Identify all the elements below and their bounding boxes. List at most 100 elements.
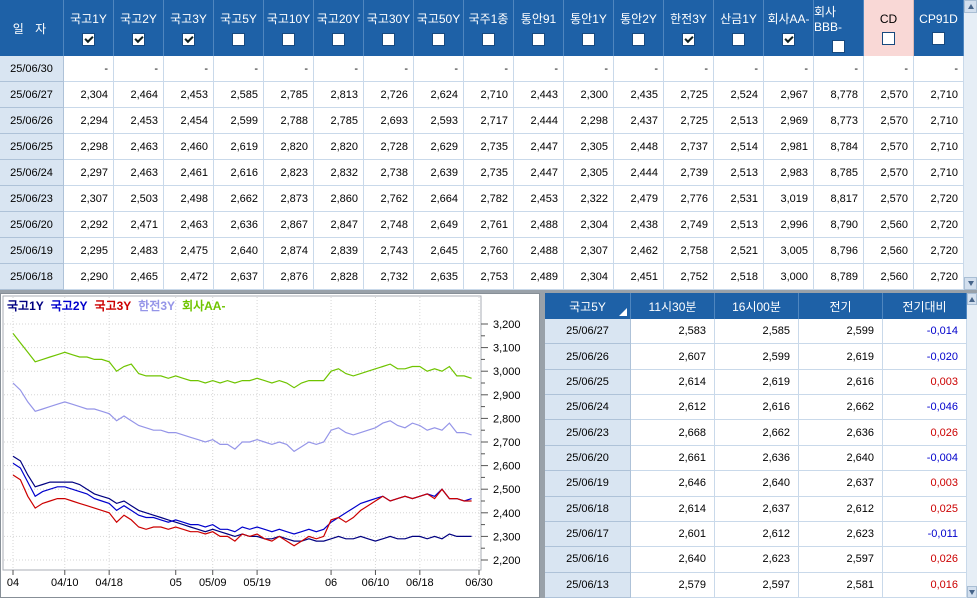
table-cell[interactable]: 2,612 [715, 521, 799, 548]
table-cell[interactable]: 2,599 [799, 319, 883, 345]
column-checkbox-국고20Y[interactable] [332, 33, 345, 46]
table-cell[interactable]: 2,619 [715, 369, 799, 396]
table-cell[interactable]: 2,451 [614, 264, 664, 290]
column-checkbox-국고50Y[interactable] [432, 33, 445, 46]
table-cell[interactable]: 2,475 [164, 238, 214, 264]
table-cell[interactable]: 2,304 [64, 82, 114, 108]
row-date[interactable]: 25/06/18 [0, 264, 64, 290]
table-cell[interactable]: - [564, 56, 614, 82]
table-cell[interactable]: 2,304 [564, 212, 614, 238]
row-date[interactable]: 25/06/25 [545, 369, 631, 396]
table-cell[interactable]: 2,785 [264, 82, 314, 108]
change-cell[interactable]: -0,046 [883, 395, 967, 421]
row-date[interactable]: 25/06/19 [545, 471, 631, 497]
table-cell[interactable]: 2,623 [799, 521, 883, 548]
table-cell[interactable]: 2,737 [664, 134, 714, 160]
table-cell[interactable]: 2,585 [715, 319, 799, 345]
table-cell[interactable]: 2,298 [64, 134, 114, 160]
table-cell[interactable]: 2,739 [664, 160, 714, 186]
column-checkbox-통안1Y[interactable] [582, 33, 595, 46]
table-cell[interactable]: 2,820 [314, 134, 364, 160]
change-cell[interactable]: -0,020 [883, 344, 967, 370]
table-cell[interactable]: 2,661 [631, 445, 715, 472]
table-cell[interactable]: 2,629 [414, 134, 464, 160]
table-cell[interactable]: 2,646 [631, 471, 715, 497]
table-cell[interactable]: 2,570 [864, 82, 914, 108]
table-cell[interactable]: 2,753 [464, 264, 514, 290]
table-cell[interactable]: 2,292 [64, 212, 114, 238]
table-cell[interactable]: 2,969 [764, 108, 814, 134]
table-cell[interactable]: 2,599 [715, 344, 799, 370]
column-checkbox-CD[interactable] [882, 31, 895, 45]
table-cell[interactable]: 2,581 [799, 572, 883, 598]
table-cell[interactable]: 2,735 [464, 134, 514, 160]
table-cell[interactable]: 2,847 [314, 212, 364, 238]
table-cell[interactable]: 2,823 [264, 160, 314, 186]
table-cell[interactable]: - [914, 56, 964, 82]
table-cell[interactable]: 3,005 [764, 238, 814, 264]
right-header-전기[interactable]: 전기 [799, 293, 883, 319]
table-cell[interactable]: 8,817 [814, 186, 864, 212]
table-cell[interactable]: 2,639 [414, 160, 464, 186]
table-cell[interactable]: 2,560 [864, 238, 914, 264]
table-cell[interactable]: - [364, 56, 414, 82]
table-cell[interactable]: 2,465 [114, 264, 164, 290]
table-cell[interactable]: 2,981 [764, 134, 814, 160]
table-cell[interactable]: 2,876 [264, 264, 314, 290]
table-cell[interactable]: 2,748 [364, 212, 414, 238]
row-date[interactable]: 25/06/13 [545, 572, 631, 598]
row-date[interactable]: 25/06/17 [545, 521, 631, 548]
table-cell[interactable]: 2,813 [314, 82, 364, 108]
change-cell[interactable]: 0,003 [883, 471, 967, 497]
scroll-up-icon[interactable] [964, 0, 977, 13]
table-cell[interactable]: 2,437 [614, 108, 664, 134]
table-cell[interactable]: 2,607 [631, 344, 715, 370]
right-header-11시30분[interactable]: 11시30분 [631, 293, 715, 319]
table-cell[interactable]: 2,583 [631, 319, 715, 345]
table-cell[interactable]: 2,720 [914, 186, 964, 212]
date-column-header[interactable]: 일 자 [0, 0, 64, 56]
table-cell[interactable]: 2,662 [715, 420, 799, 446]
table-cell[interactable]: 2,640 [631, 547, 715, 573]
row-date[interactable]: 25/06/20 [545, 445, 631, 472]
table-cell[interactable]: 2,614 [631, 496, 715, 522]
table-cell[interactable]: 2,860 [314, 186, 364, 212]
table-cell[interactable]: 2,579 [631, 572, 715, 598]
table-cell[interactable]: 2,460 [164, 134, 214, 160]
table-cell[interactable]: 2,300 [564, 82, 614, 108]
table-cell[interactable]: - [214, 56, 264, 82]
row-date[interactable]: 25/06/24 [0, 160, 64, 186]
table-cell[interactable]: 2,636 [715, 445, 799, 472]
row-date[interactable]: 25/06/16 [545, 547, 631, 573]
table-cell[interactable]: 2,720 [914, 264, 964, 290]
table-cell[interactable]: 2,290 [64, 264, 114, 290]
table-cell[interactable]: - [614, 56, 664, 82]
table-cell[interactable]: 2,619 [214, 134, 264, 160]
table-cell[interactable]: 2,616 [799, 369, 883, 396]
table-cell[interactable]: - [164, 56, 214, 82]
column-checkbox-회사BBB-[interactable] [832, 40, 845, 53]
table-cell[interactable]: - [314, 56, 364, 82]
table-cell[interactable]: 2,664 [414, 186, 464, 212]
column-checkbox-국고1Y[interactable] [82, 33, 95, 46]
table-cell[interactable]: 2,305 [564, 134, 614, 160]
top-table-scrollbar[interactable] [964, 0, 977, 290]
column-header-통안2Y[interactable]: 통안2Y [614, 0, 664, 56]
table-cell[interactable]: 2,599 [214, 108, 264, 134]
change-cell[interactable]: -0,004 [883, 445, 967, 472]
table-cell[interactable]: 2,560 [864, 212, 914, 238]
column-header-국주1종[interactable]: 국주1종 [464, 0, 514, 56]
table-cell[interactable]: 2,570 [864, 186, 914, 212]
row-date[interactable]: 25/06/26 [545, 344, 631, 370]
table-cell[interactable]: 2,307 [564, 238, 614, 264]
table-cell[interactable]: - [64, 56, 114, 82]
table-cell[interactable]: 2,743 [364, 238, 414, 264]
table-cell[interactable]: 8,790 [814, 212, 864, 238]
table-cell[interactable]: 2,839 [314, 238, 364, 264]
column-header-통안91[interactable]: 통안91 [514, 0, 564, 56]
table-cell[interactable]: 2,693 [364, 108, 414, 134]
table-cell[interactable]: 3,019 [764, 186, 814, 212]
table-cell[interactable]: 2,488 [514, 212, 564, 238]
column-header-회사BBB-[interactable]: 회사BBB- [814, 0, 864, 56]
table-cell[interactable]: 2,435 [614, 82, 664, 108]
